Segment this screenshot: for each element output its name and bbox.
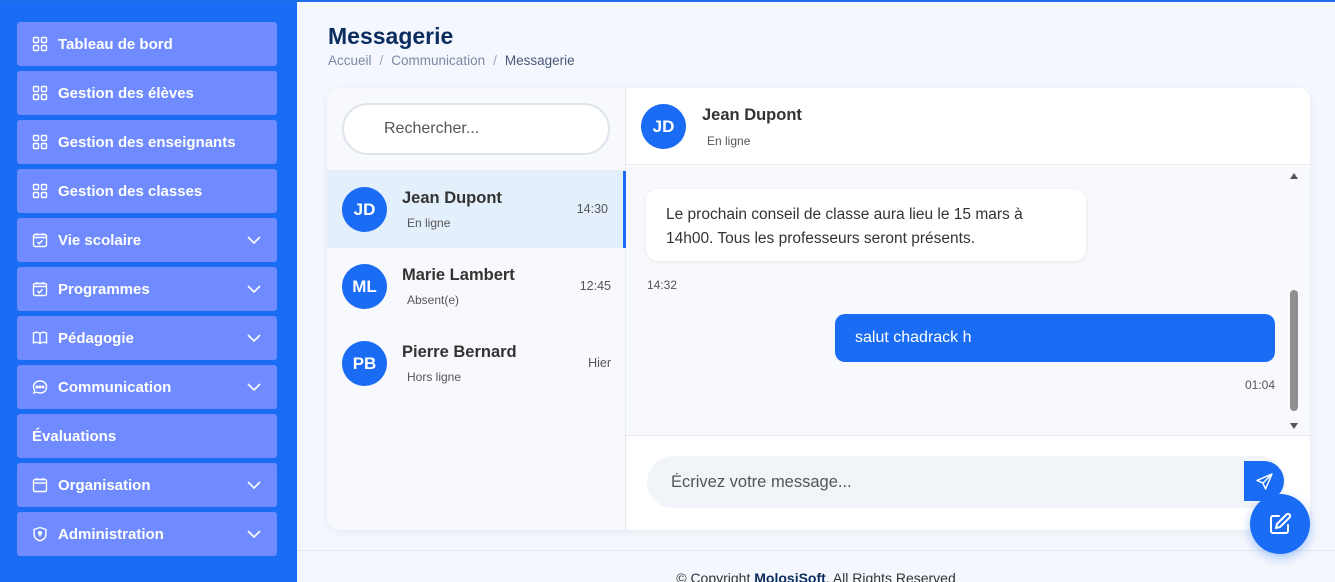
sidebar-item-label: Vie scolaire (58, 231, 142, 249)
chat-contact-name: Jean Dupont (702, 106, 802, 124)
grid-icon (32, 183, 48, 199)
avatar: PB (342, 341, 387, 386)
page-title: Messagerie (328, 23, 454, 49)
edit-icon (1270, 512, 1292, 534)
grid-icon (32, 36, 48, 52)
footer-brand: MolosiSoft (754, 570, 826, 582)
sidebar-item-label: Gestion des classes (58, 182, 203, 200)
conversation-status: Hors ligne (407, 370, 462, 384)
sidebar-item-label: Gestion des enseignants (58, 133, 236, 151)
footer-divider (297, 550, 1335, 551)
conversation-time: 12:45 (579, 279, 611, 293)
conversation-name: Jean Dupont (402, 189, 502, 207)
sidebar-item-gestion-eleves[interactable]: Gestion des élèves (17, 71, 277, 115)
sidebar-item-gestion-enseignants[interactable]: Gestion des enseignants (17, 120, 277, 164)
top-accent-line (0, 0, 1335, 2)
breadcrumb-separator: / (493, 53, 497, 68)
scrollbar[interactable] (1289, 166, 1299, 436)
sidebar-item-label: Tableau de bord (58, 35, 173, 53)
search-box (342, 103, 610, 155)
sidebar-item-label: Programmes (58, 280, 150, 298)
sidebar-item-pedagogie[interactable]: Pédagogie (17, 316, 277, 360)
sidebar-item-label: Administration (58, 525, 164, 543)
scrollbar-thumb[interactable] (1290, 290, 1298, 411)
chevron-down-icon (246, 330, 262, 346)
sidebar-item-administration[interactable]: Administration (17, 512, 277, 556)
chat-header: JD Jean Dupont En ligne (626, 88, 1310, 165)
conversation-item-marie-lambert[interactable]: ML Marie Lambert Absent(e) 12:45 (327, 248, 626, 325)
sidebar-item-label: Communication (58, 378, 172, 396)
scroll-down-arrow-icon[interactable] (1290, 423, 1298, 429)
breadcrumb-link-accueil[interactable]: Accueil (328, 53, 372, 68)
calendar-check-icon (32, 232, 48, 248)
grid-icon (32, 85, 48, 101)
breadcrumb-link-communication[interactable]: Communication (391, 53, 485, 68)
chevron-down-icon (246, 526, 262, 542)
shield-icon (32, 526, 48, 542)
conversation-time: 14:30 (576, 202, 608, 216)
footer: © Copyright MolosiSoft. All Rights Reser… (297, 570, 1335, 582)
sidebar-item-label: Évaluations (32, 427, 117, 445)
new-message-button[interactable] (1250, 494, 1310, 554)
sidebar: Tableau de bord Gestion des élèves Gesti… (0, 0, 297, 582)
conversation-time: Hier (588, 356, 611, 370)
sidebar-item-evaluations[interactable]: Évaluations (17, 414, 277, 458)
avatar: JD (641, 104, 686, 149)
message-input[interactable] (647, 456, 1237, 508)
sidebar-item-tableau-de-bord[interactable]: Tableau de bord (17, 22, 277, 66)
sidebar-item-programmes[interactable]: Programmes (17, 267, 277, 311)
sidebar-item-label: Pédagogie (58, 329, 134, 347)
conversation-item-pierre-bernard[interactable]: PB Pierre Bernard Hors ligne Hier (327, 325, 626, 402)
sidebar-item-label: Organisation (58, 476, 151, 494)
conversation-name: Pierre Bernard (402, 343, 517, 361)
book-icon (32, 330, 48, 346)
chat-contact-status: En ligne (707, 134, 751, 148)
sidebar-item-vie-scolaire[interactable]: Vie scolaire (17, 218, 277, 262)
incoming-message: Le prochain conseil de classe aura lieu … (646, 189, 1086, 261)
footer-suffix-punct: . (825, 570, 833, 582)
sidebar-item-organisation[interactable]: Organisation (17, 463, 277, 507)
messaging-card: JD Jean Dupont En ligne 14:30 ML Marie L… (327, 88, 1310, 530)
footer-suffix: All Rights Reserved (832, 570, 956, 582)
message-time: 14:32 (647, 278, 678, 292)
send-icon (1255, 472, 1273, 490)
avatar: ML (342, 264, 387, 309)
chat-panel: JD Jean Dupont En ligne Le prochain cons… (626, 88, 1310, 530)
chevron-down-icon (246, 477, 262, 493)
chevron-down-icon (246, 232, 262, 248)
outgoing-message: salut chadrack h (835, 314, 1275, 362)
scroll-up-arrow-icon[interactable] (1290, 173, 1298, 179)
conversation-list: JD Jean Dupont En ligne 14:30 ML Marie L… (327, 88, 626, 530)
sidebar-item-communication[interactable]: Communication (17, 365, 277, 409)
conversation-status: Absent(e) (407, 293, 460, 307)
conversation-name: Marie Lambert (402, 266, 515, 284)
calendar-icon (32, 477, 48, 493)
conversation-item-jean-dupont[interactable]: JD Jean Dupont En ligne 14:30 (327, 171, 626, 248)
grid-icon (32, 134, 48, 150)
sidebar-item-gestion-classes[interactable]: Gestion des classes (17, 169, 277, 213)
chevron-down-icon (246, 281, 262, 297)
chevron-down-icon (246, 379, 262, 395)
breadcrumb-separator: / (379, 53, 384, 68)
search-input[interactable] (344, 105, 608, 153)
message-thread[interactable]: Le prochain conseil de classe aura lieu … (626, 166, 1310, 436)
message-time: 01:04 (1244, 378, 1275, 392)
calendar-check-icon (32, 281, 48, 297)
chat-dots-icon (32, 379, 48, 395)
breadcrumb: Accueil / Communication / Messagerie (328, 53, 575, 68)
compose-bar (647, 456, 1285, 508)
breadcrumb-current: Messagerie (504, 53, 575, 68)
sidebar-item-label: Gestion des élèves (58, 84, 194, 102)
avatar: JD (342, 187, 387, 232)
conversation-status: En ligne (407, 216, 451, 230)
footer-prefix: © Copyright (676, 570, 751, 582)
